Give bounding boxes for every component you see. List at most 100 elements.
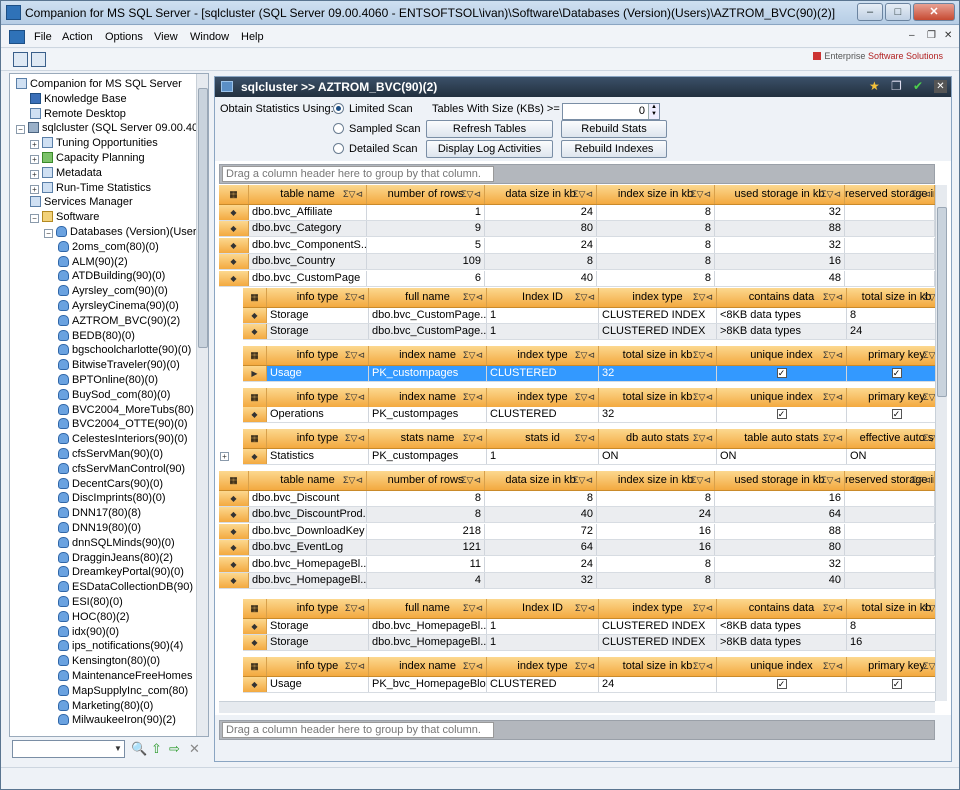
- up-arrow-icon[interactable]: ⇧: [151, 742, 162, 755]
- table-row[interactable]: +◆dbo.bvc_ComponentS...524832: [219, 237, 935, 254]
- clear-icon[interactable]: ✕: [189, 742, 200, 755]
- grid-cell[interactable]: 24: [847, 324, 935, 339]
- grid-cell[interactable]: CLUSTERED INDEX: [599, 619, 717, 634]
- checkbox-checked[interactable]: ✓: [891, 409, 902, 419]
- grid-cell[interactable]: 8: [597, 556, 715, 572]
- rebuild-indexes-button[interactable]: Rebuild Indexes: [561, 140, 667, 158]
- column-header[interactable]: stats name Σ▽⊲: [369, 429, 487, 448]
- column-header[interactable]: index type Σ▽⊲: [487, 346, 599, 365]
- grid-cell[interactable]: 24: [597, 507, 715, 523]
- grid-cell[interactable]: ON: [599, 449, 717, 464]
- grid-cell[interactable]: dbo.bvc_Category: [249, 221, 367, 237]
- grid-cell[interactable]: 24: [599, 677, 717, 692]
- column-header[interactable]: reserved storage in Σ▽⊲: [845, 185, 935, 204]
- tree-node[interactable]: CelestesInteriors(90)(0): [58, 432, 188, 447]
- column-header[interactable]: index name Σ▽⊲: [369, 388, 487, 407]
- grid-cell[interactable]: 1: [487, 619, 599, 634]
- grid-cell[interactable]: 32: [485, 573, 597, 588]
- sort-filter-icon[interactable]: Σ▽⊲: [573, 185, 593, 204]
- column-chooser-icon[interactable]: ▦: [243, 346, 267, 365]
- grid-cell[interactable]: 32: [599, 366, 717, 381]
- tree-node[interactable]: DNN17(80)(8): [58, 506, 141, 521]
- tree-node[interactable]: dnnSQLMinds(90)(0): [58, 536, 175, 551]
- tree-node[interactable]: Services Manager: [30, 195, 133, 210]
- detailed-scan-radio[interactable]: [333, 143, 344, 154]
- checkbox-checked[interactable]: ✓: [776, 409, 787, 419]
- tree-node[interactable]: ESDataCollectionDB(90): [58, 580, 193, 595]
- grid-cell[interactable]: ✓: [717, 677, 847, 692]
- grid-cell[interactable]: Storage: [267, 324, 369, 339]
- grid-cell[interactable]: 9: [367, 221, 485, 237]
- grid-cell[interactable]: 121: [367, 540, 485, 556]
- tree-toggle-icon[interactable]: [13, 52, 28, 67]
- grid-cell[interactable]: 80: [715, 540, 845, 556]
- sort-filter-icon[interactable]: Σ▽⊲: [463, 429, 483, 448]
- tree-node[interactable]: cfsServManControl(90): [58, 462, 185, 477]
- tree-node[interactable]: cfsServMan(90)(0): [58, 447, 163, 462]
- mdi-doc-icon[interactable]: [9, 30, 25, 44]
- expand-icon[interactable]: +: [30, 155, 39, 164]
- menu-window[interactable]: Window: [190, 31, 229, 43]
- table-row[interactable]: +◆dbo.bvc_Country1098816: [219, 254, 935, 271]
- tree-node[interactable]: BuySod_com(80)(0): [58, 388, 170, 403]
- grid-cell[interactable]: 5: [367, 237, 485, 253]
- grid-cell[interactable]: 24: [485, 237, 597, 253]
- tree-node[interactable]: + Capacity Planning: [30, 151, 145, 166]
- sort-filter-icon[interactable]: Σ▽⊲: [923, 388, 935, 407]
- grid-cell[interactable]: 6: [367, 270, 485, 286]
- column-header[interactable]: full name Σ▽⊲: [369, 599, 487, 618]
- sort-filter-icon[interactable]: Σ▽⊲: [821, 471, 841, 490]
- grid-cell[interactable]: dbo.bvc_CustomPage....: [369, 324, 487, 339]
- column-header[interactable]: total size in kbΣ▽⊲: [599, 657, 717, 676]
- collapse-icon[interactable]: −: [30, 214, 39, 224]
- checkbox-checked[interactable]: ✓: [891, 679, 902, 689]
- grid-cell[interactable]: [845, 573, 935, 588]
- column-header[interactable]: unique index Σ▽⊲: [717, 388, 847, 407]
- table-row[interactable]: ◆ Storage dbo.bvc_HomepageBl... 1 CLUSTERED …: [243, 635, 935, 651]
- chevron-down-icon[interactable]: ▼: [112, 741, 124, 757]
- grid-cell[interactable]: ON: [847, 449, 935, 464]
- tree-node[interactable]: HOC(80)(2): [58, 610, 129, 625]
- sort-filter-icon[interactable]: Σ▽⊲: [923, 288, 935, 307]
- tree-node[interactable]: BEDB(80)(0): [58, 329, 135, 344]
- column-header[interactable]: table name Σ▽⊲: [249, 185, 367, 204]
- grid-cell[interactable]: Usage: [267, 366, 369, 381]
- expand-icon[interactable]: +: [30, 184, 39, 194]
- sort-filter-icon[interactable]: Σ▽⊲: [691, 471, 711, 490]
- sort-filter-icon[interactable]: Σ▽⊲: [823, 346, 843, 365]
- sort-filter-icon[interactable]: Σ▽⊲: [463, 599, 483, 618]
- grid-cell[interactable]: 88: [715, 523, 845, 539]
- refresh-tables-button[interactable]: Refresh Tables: [426, 120, 553, 138]
- tree-node[interactable]: 2oms_com(80)(0): [58, 240, 159, 255]
- grid-cell[interactable]: 40: [485, 270, 597, 286]
- grid-cell[interactable]: 8: [597, 254, 715, 270]
- limited-scan-radio[interactable]: [333, 103, 344, 114]
- grid-cell[interactable]: 8: [597, 237, 715, 253]
- tree-node[interactable]: DragginJeans(80)(2): [58, 551, 173, 566]
- grid-cell[interactable]: PK_custompages: [369, 449, 487, 464]
- grid-cell[interactable]: Operations: [267, 407, 369, 422]
- column-header[interactable]: info type Σ▽⊲: [267, 288, 369, 307]
- grid-cell[interactable]: 32: [715, 205, 845, 220]
- grid-cell[interactable]: 1: [487, 449, 599, 464]
- column-header[interactable]: primary keyΣ▽⊲: [847, 657, 935, 676]
- grid-cell[interactable]: >8KB data types: [717, 324, 847, 339]
- sort-filter-icon[interactable]: Σ▽⊲: [823, 388, 843, 407]
- sort-filter-icon[interactable]: Σ▽⊲: [823, 599, 843, 618]
- column-header[interactable]: primary keyΣ▽⊲: [847, 388, 935, 407]
- tree-node[interactable]: BVC2004_OTTE(90)(0): [58, 417, 188, 432]
- column-header[interactable]: index size in kb Σ▽⊲: [597, 185, 715, 204]
- grid-cell[interactable]: dbo.bvc_Discount: [249, 491, 367, 506]
- grid-cell[interactable]: 88: [715, 221, 845, 237]
- column-header[interactable]: index type Σ▽⊲: [599, 599, 717, 618]
- tree-node[interactable]: BPTOnline(80)(0): [58, 373, 158, 388]
- sort-filter-icon[interactable]: Σ▽⊲: [575, 657, 595, 676]
- table-row[interactable]: +◆dbo.bvc_Discount88816: [219, 491, 935, 507]
- find-icon[interactable]: 🔍: [131, 742, 147, 755]
- tree-scrollbar[interactable]: [196, 74, 208, 736]
- search-combo[interactable]: ▼: [12, 740, 125, 758]
- grid-cell[interactable]: 16: [715, 254, 845, 270]
- sort-filter-icon[interactable]: Σ▽⊲: [923, 657, 935, 676]
- grid-cell[interactable]: CLUSTERED INDEX: [599, 635, 717, 650]
- column-header[interactable]: contains data Σ▽⊲: [717, 288, 847, 307]
